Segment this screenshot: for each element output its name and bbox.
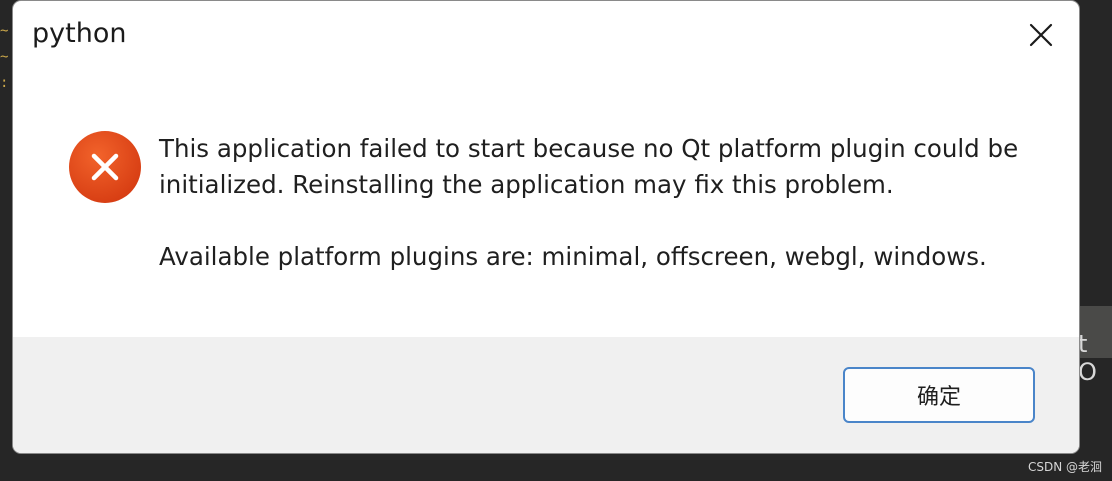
- error-icon: [69, 131, 141, 203]
- background-code-marks: ~ ~:: [0, 23, 9, 91]
- message-line-3: Available platform plugins are: minimal,…: [159, 242, 987, 271]
- watermark: CSDN @老洄: [1028, 460, 1103, 474]
- dialog-footer: 确定: [13, 337, 1079, 453]
- error-message: This application failed to start because…: [159, 131, 1039, 275]
- background-glyph: t O: [1078, 330, 1097, 386]
- dialog-titlebar: python: [13, 1, 1079, 65]
- close-icon: [1029, 23, 1053, 47]
- error-dialog: python This application failed to start …: [13, 1, 1079, 453]
- dialog-title: python: [32, 18, 127, 49]
- message-line-2: initialized. Reinstalling the applicatio…: [159, 170, 894, 199]
- message-line-1: This application failed to start because…: [159, 134, 1019, 163]
- close-button[interactable]: [1021, 15, 1061, 55]
- dialog-content: This application failed to start because…: [13, 65, 1079, 337]
- ok-button[interactable]: 确定: [843, 367, 1035, 423]
